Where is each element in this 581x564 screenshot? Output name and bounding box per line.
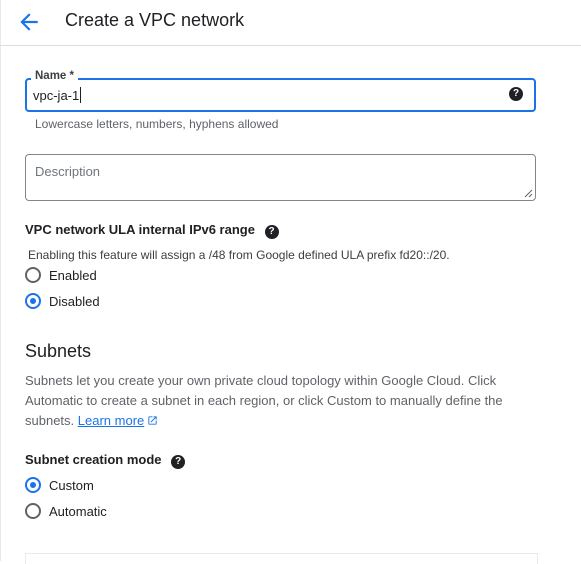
text-cursor xyxy=(80,87,81,103)
radio-ipv6-enabled[interactable]: Enabled xyxy=(25,267,97,283)
arrow-back-icon xyxy=(20,13,38,31)
back-button[interactable] xyxy=(16,9,44,35)
subnets-title: Subnets xyxy=(25,341,92,361)
left-divider xyxy=(0,0,1,561)
radio-label: Disabled xyxy=(49,293,100,309)
subnet-mode-section-label: Subnet creation mode ? xyxy=(25,452,186,469)
name-field[interactable] xyxy=(25,78,536,112)
subnet-panel xyxy=(25,553,538,564)
radio-subnet-automatic[interactable]: Automatic xyxy=(25,503,107,519)
learn-more-link[interactable]: Learn more xyxy=(78,413,158,428)
name-hint: Lowercase letters, numbers, hyphens allo… xyxy=(35,117,279,131)
subnets-description: Subnets let you create your own private … xyxy=(25,371,525,431)
radio-subnet-custom[interactable]: Custom xyxy=(25,477,94,493)
resize-grip-icon[interactable] xyxy=(524,189,533,198)
radio-label: Automatic xyxy=(49,503,107,519)
radio-button[interactable] xyxy=(25,267,41,283)
learn-more-label: Learn more xyxy=(77,413,145,428)
name-label: Name * xyxy=(31,69,78,83)
radio-button[interactable] xyxy=(25,477,41,493)
radio-button[interactable] xyxy=(25,293,41,309)
description-field[interactable] xyxy=(25,154,536,201)
ipv6-section-label: VPC network ULA internal IPv6 range ? xyxy=(25,222,279,239)
subnet-mode-label: Subnet creation mode xyxy=(25,452,162,467)
external-link-icon xyxy=(148,416,157,425)
help-icon[interactable]: ? xyxy=(264,225,279,239)
help-icon[interactable]: ? xyxy=(509,87,523,101)
description-input[interactable] xyxy=(35,164,525,194)
page-header: Create a VPC network xyxy=(0,0,581,46)
ipv6-description: Enabling this feature will assign a /48 … xyxy=(28,248,450,262)
name-input[interactable] xyxy=(33,86,503,104)
radio-label: Enabled xyxy=(49,267,97,283)
page-title: Create a VPC network xyxy=(65,10,245,30)
radio-button[interactable] xyxy=(25,503,41,519)
help-icon[interactable]: ? xyxy=(171,455,186,469)
ipv6-label: VPC network ULA internal IPv6 range xyxy=(25,222,255,237)
radio-ipv6-disabled[interactable]: Disabled xyxy=(25,293,100,309)
radio-label: Custom xyxy=(49,477,94,493)
